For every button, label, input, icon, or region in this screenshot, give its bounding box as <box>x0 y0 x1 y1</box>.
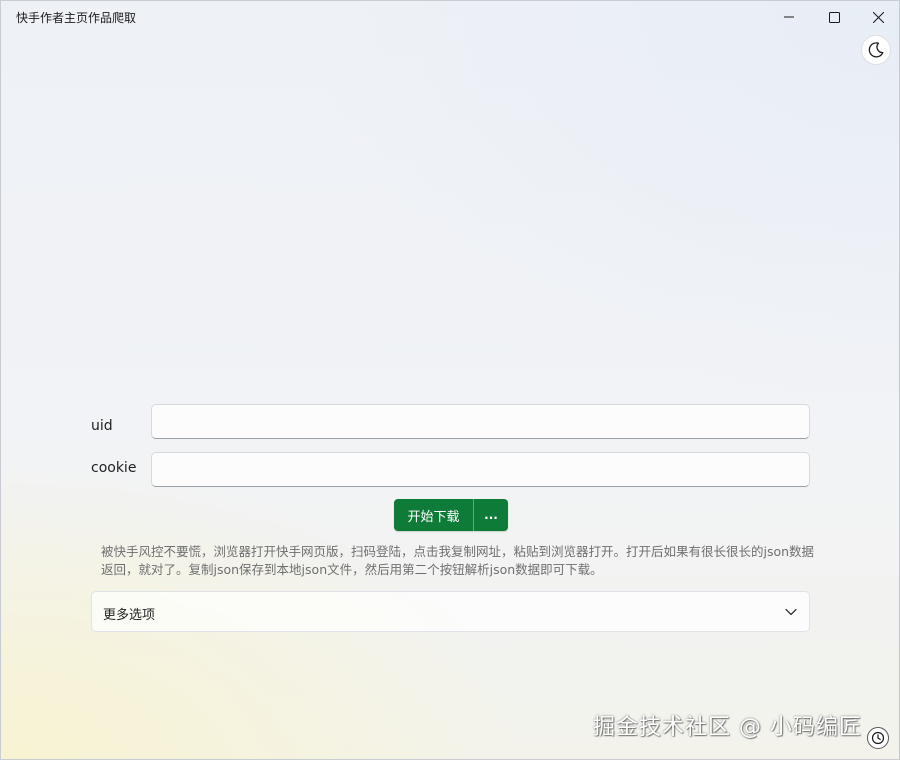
start-download-button[interactable]: 开始下载 <box>394 499 473 531</box>
minimize-icon <box>784 16 794 18</box>
history-icon <box>871 731 885 745</box>
cookie-label: cookie <box>91 460 137 476</box>
more-actions-button[interactable]: ... <box>474 499 508 531</box>
watermark-text: 掘金技术社区 @ 小码编匠 <box>593 715 862 740</box>
expander-label: 更多选项 <box>103 608 156 623</box>
uid-label: uid <box>91 418 113 434</box>
maximize-icon <box>828 11 840 23</box>
close-button[interactable] <box>856 1 899 33</box>
app-window: 快手作者主页作品爬取 uid cookie 开始下载 ... 被快手风控不要慌，… <box>0 0 900 760</box>
hint-text: 被快手风控不要慌，浏览器打开快手网页版，扫码登陆，点击我复制网址，粘贴到浏览器打… <box>101 544 815 577</box>
cookie-input[interactable] <box>151 452 810 487</box>
close-icon <box>872 11 884 23</box>
more-options-expander[interactable]: 更多选项 <box>91 591 810 632</box>
history-button[interactable] <box>867 727 889 749</box>
moon-icon <box>868 42 884 58</box>
download-split-button: 开始下载 ... <box>394 499 508 531</box>
minimize-button[interactable] <box>767 1 811 33</box>
theme-toggle-button[interactable] <box>861 35 891 65</box>
maximize-button[interactable] <box>812 1 856 33</box>
chevron-down-icon <box>785 608 797 616</box>
uid-input[interactable] <box>151 404 810 439</box>
window-title: 快手作者主页作品爬取 <box>16 11 137 25</box>
title-bar: 快手作者主页作品爬取 <box>1 1 899 33</box>
